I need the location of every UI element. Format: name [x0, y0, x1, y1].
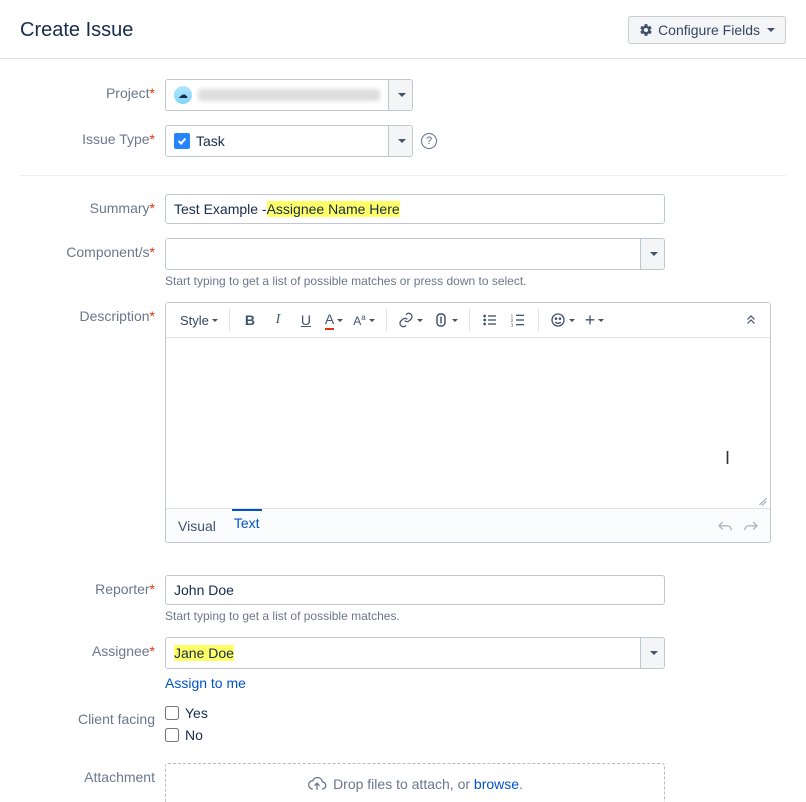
svg-text:3: 3 [510, 323, 513, 328]
project-name-redacted [198, 89, 380, 101]
project-label: Project* [20, 79, 165, 101]
section-divider [20, 175, 786, 176]
description-label: Description* [20, 302, 165, 324]
chevron-down-icon [398, 139, 406, 143]
chevron-down-icon [650, 252, 658, 256]
rte-italic-button[interactable]: I [265, 307, 291, 333]
project-avatar-icon: ☁ [174, 86, 192, 104]
rte-style-button[interactable]: Style [176, 307, 222, 333]
rte-link-button[interactable] [394, 307, 427, 333]
checkbox-no[interactable] [165, 728, 179, 742]
summary-input[interactable]: Test Example - Assignee Name Here [165, 194, 665, 224]
cloud-upload-icon [307, 774, 327, 794]
tab-text[interactable]: Text [232, 509, 262, 537]
rte-collapse-button[interactable] [738, 307, 764, 333]
chevron-double-up-icon [744, 313, 758, 327]
configure-fields-button[interactable]: Configure Fields [628, 16, 786, 44]
chevron-down-icon [650, 651, 658, 655]
bullet-list-icon [482, 312, 498, 328]
undo-icon[interactable] [716, 519, 734, 533]
rte-more-format-button[interactable]: Aa [349, 307, 378, 333]
components-label: Component/s* [20, 238, 165, 260]
reporter-hint: Start typing to get a list of possible m… [165, 609, 786, 623]
attachment-dropzone[interactable]: Drop files to attach, or browse. [165, 763, 665, 802]
link-icon [398, 312, 414, 328]
rte-underline-button[interactable]: U [293, 307, 319, 333]
components-select[interactable] [165, 238, 665, 270]
help-icon[interactable]: ? [421, 133, 437, 149]
issue-type-value: Task [196, 133, 225, 149]
components-hint: Start typing to get a list of possible m… [165, 274, 786, 288]
text-cursor-icon: I [725, 448, 730, 469]
emoji-icon [550, 312, 566, 328]
browse-link[interactable]: browse [474, 776, 519, 792]
issue-type-select[interactable]: Task [165, 125, 413, 157]
chevron-down-icon [767, 28, 775, 32]
checkbox-yes[interactable] [165, 706, 179, 720]
assignee-select[interactable]: Jane Doe [165, 637, 665, 669]
client-facing-yes[interactable]: Yes [165, 705, 786, 721]
dialog-title: Create Issue [20, 19, 133, 42]
project-select[interactable]: ☁ [165, 79, 413, 111]
assignee-value: Jane Doe [174, 645, 234, 661]
assign-to-me-link[interactable]: Assign to me [165, 675, 246, 691]
rte-insert-button[interactable]: + [581, 307, 609, 333]
gear-icon [639, 23, 653, 37]
reporter-label: Reporter* [20, 575, 165, 597]
rte-bullet-list-button[interactable] [477, 307, 503, 333]
description-editor[interactable]: I [166, 338, 770, 508]
rte-toolbar: Style B I U A Aa [166, 303, 770, 338]
numbered-list-icon: 123 [510, 312, 526, 328]
client-facing-label: Client facing [20, 705, 165, 727]
client-facing-no[interactable]: No [165, 727, 786, 743]
configure-fields-label: Configure Fields [658, 22, 760, 38]
summary-label: Summary* [20, 194, 165, 216]
reporter-input[interactable]: John Doe [165, 575, 665, 605]
components-value [166, 239, 640, 269]
chevron-down-icon [398, 93, 406, 97]
resize-handle[interactable] [758, 496, 768, 506]
rte-numbered-list-button[interactable]: 123 [505, 307, 531, 333]
task-icon [174, 133, 190, 149]
summary-highlighted-text: Assignee Name Here [267, 201, 400, 217]
tab-visual[interactable]: Visual [176, 515, 218, 537]
redo-icon[interactable] [742, 519, 760, 533]
rte-emoji-button[interactable] [546, 307, 579, 333]
rte-textcolor-button[interactable]: A [321, 307, 347, 333]
issue-type-label: Issue Type* [20, 125, 165, 147]
attachment-label: Attachment [20, 763, 165, 785]
rte-bold-button[interactable]: B [237, 307, 263, 333]
dialog-header: Create Issue Configure Fields [0, 0, 806, 59]
assignee-label: Assignee* [20, 637, 165, 659]
rte-attachment-button[interactable] [429, 307, 462, 333]
paperclip-icon [433, 312, 449, 328]
